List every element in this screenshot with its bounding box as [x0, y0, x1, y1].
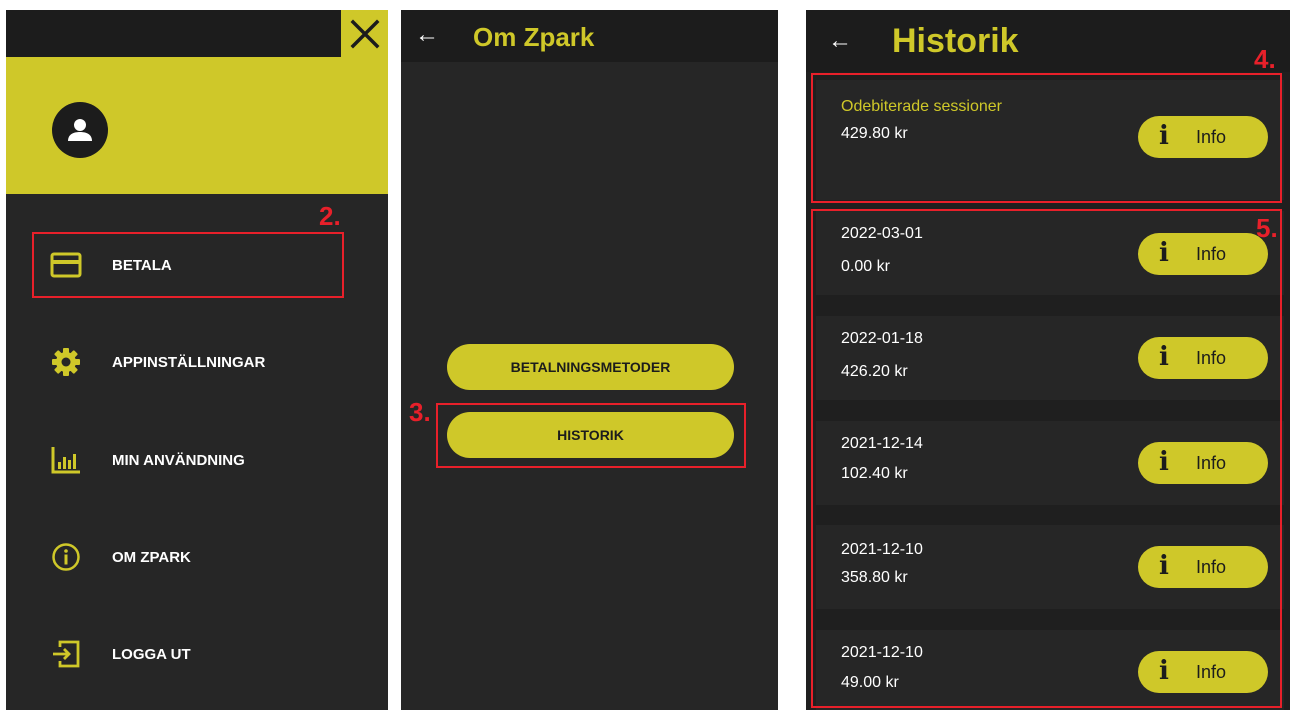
info-icon: i	[1159, 551, 1169, 581]
info-button-label: Info	[1196, 662, 1227, 682]
info-button[interactable]: i Info	[1138, 651, 1268, 693]
page-title: Historik	[892, 22, 1019, 60]
info-button-label: Info	[1196, 348, 1227, 368]
back-arrow-icon[interactable]: ←	[828, 29, 852, 53]
info-icon: i	[1159, 342, 1169, 372]
info-icon: i	[1159, 656, 1169, 686]
session-amount: 0.00 kr	[841, 258, 890, 275]
info-button-label: Info	[1196, 244, 1227, 264]
info-button[interactable]: i Info	[1138, 546, 1268, 588]
info-button[interactable]: i Info	[1138, 233, 1268, 275]
about-panel: ← Om Zpark BETALNINGSMETODER HISTORIK 3.	[401, 10, 778, 710]
menu-item-label: BETALA	[112, 256, 172, 274]
annotation-number: 3.	[409, 397, 431, 427]
page-title: Om Zpark	[473, 22, 595, 52]
app-bar: ← Historik	[806, 10, 1290, 72]
info-button-label: Info	[1196, 557, 1227, 577]
info-button[interactable]: i Info	[1138, 442, 1268, 484]
history-list-item: 2022-01-18 426.20 kr i Info	[816, 316, 1284, 400]
info-button-label: Info	[1196, 127, 1227, 147]
info-icon: i	[1159, 238, 1169, 268]
card-amount: 429.80 kr	[841, 125, 908, 142]
session-date: 2022-03-01	[841, 225, 923, 242]
menu-item-label: LOGGA UT	[112, 645, 191, 663]
history-list-item: 2021-12-14 102.40 kr i Info	[816, 421, 1284, 505]
logout-icon	[48, 636, 84, 672]
close-button[interactable]	[341, 10, 388, 57]
info-icon: i	[1159, 447, 1169, 477]
menu-item-betala[interactable]: BETALA	[6, 235, 388, 295]
info-button-label: Info	[1196, 453, 1227, 473]
session-date: 2021-12-10	[841, 644, 923, 661]
session-date: 2021-12-14	[841, 435, 923, 452]
historik-button[interactable]: HISTORIK	[447, 412, 734, 458]
unbilled-sessions-card: Odebiterade sessioner 429.80 kr i Info	[816, 80, 1284, 200]
history-list-item: 2021-12-10 49.00 kr i Info	[816, 630, 1284, 710]
history-panel: ← Historik Odebiterade sessioner 429.80 …	[806, 10, 1290, 710]
menu-item-appinstallningar[interactable]: APPINSTÄLLNINGAR	[6, 332, 388, 392]
app-bar: ← Om Zpark	[401, 10, 778, 62]
menu-item-label: MIN ANVÄNDNING	[112, 451, 245, 469]
annotation-number: 2.	[319, 201, 341, 231]
user-icon	[68, 119, 92, 141]
session-amount: 426.20 kr	[841, 363, 908, 380]
menu-item-label: OM ZPARK	[112, 548, 191, 566]
session-date: 2022-01-18	[841, 330, 923, 347]
info-button[interactable]: i Info	[1138, 116, 1268, 158]
menu-item-min-anvandning[interactable]: MIN ANVÄNDNING	[6, 430, 388, 490]
menu-item-logga-ut[interactable]: LOGGA UT	[6, 624, 388, 684]
session-amount: 358.80 kr	[841, 569, 908, 586]
close-icon	[350, 19, 379, 48]
navigation-drawer-panel: BETALA APPINSTÄLLNINGAR MIN ANVÄNDNING O…	[6, 10, 388, 710]
info-button[interactable]: i Info	[1138, 337, 1268, 379]
drawer-header	[6, 57, 388, 194]
session-amount: 102.40 kr	[841, 465, 908, 482]
card-title: Odebiterade sessioner	[841, 98, 1002, 115]
session-date: 2021-12-10	[841, 541, 923, 558]
credit-card-icon	[48, 247, 84, 283]
drawer-top-bar	[6, 10, 388, 57]
history-list-item: 2022-03-01 0.00 kr i Info	[816, 211, 1284, 295]
info-circle-icon	[48, 539, 84, 575]
annotation-number: 5.	[1256, 213, 1278, 243]
betalningsmetoder-button[interactable]: BETALNINGSMETODER	[447, 344, 734, 390]
info-icon: i	[1159, 121, 1169, 151]
annotation-number: 4.	[1254, 44, 1276, 74]
back-arrow-icon[interactable]: ←	[415, 23, 439, 47]
gear-icon	[48, 344, 84, 380]
session-amount: 49.00 kr	[841, 674, 899, 691]
history-list-item: 2021-12-10 358.80 kr i Info	[816, 525, 1284, 609]
bar-chart-icon	[48, 442, 84, 478]
avatar[interactable]	[52, 102, 108, 158]
menu-item-om-zpark[interactable]: OM ZPARK	[6, 527, 388, 587]
menu-item-label: APPINSTÄLLNINGAR	[112, 353, 266, 371]
